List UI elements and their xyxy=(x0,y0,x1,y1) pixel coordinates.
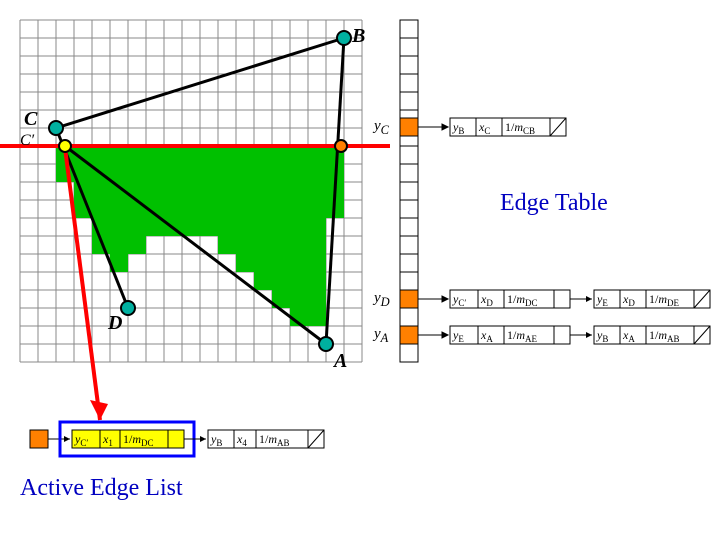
et-node-yD-1: yC′ xD 1/mDC xyxy=(450,290,592,308)
vertex-label-Cp: C′ xyxy=(20,132,34,150)
ael-node-1: yC′ x1 1/mDC xyxy=(72,430,206,448)
vertex-label-A: A xyxy=(334,350,347,373)
scanfill-grid: yB xC 1/mCB yC′ xD 1/mDC yE xD 1/mDE yE … xyxy=(0,0,720,540)
et-node-yA-2: yB xA 1/mAB xyxy=(594,326,710,344)
bucket-head-yC xyxy=(400,118,418,136)
bucket-label-yD: yD xyxy=(374,290,390,310)
et-node-yC: yB xC 1/mCB xyxy=(450,118,566,136)
bucket-column xyxy=(400,20,418,362)
et-node-yD-2: yE xD 1/mDE xyxy=(594,290,710,308)
bucket-label-yC: yC xyxy=(374,118,389,138)
vertex-label-C: C xyxy=(24,108,37,131)
ael-node-2: yB x4 1/mAB xyxy=(208,430,324,448)
ael-head xyxy=(30,430,48,448)
ael-title: Active Edge List xyxy=(20,475,183,502)
bucket-label-yA: yA xyxy=(374,326,388,346)
bucket-head-yA xyxy=(400,326,418,344)
et-node-yA-1: yE xA 1/mAE xyxy=(450,326,592,344)
vertex-label-D: D xyxy=(108,312,122,335)
bucket-head-yD xyxy=(400,290,418,308)
vertex-label-B: B xyxy=(352,25,365,48)
edge-table-title: Edge Table xyxy=(500,190,608,217)
